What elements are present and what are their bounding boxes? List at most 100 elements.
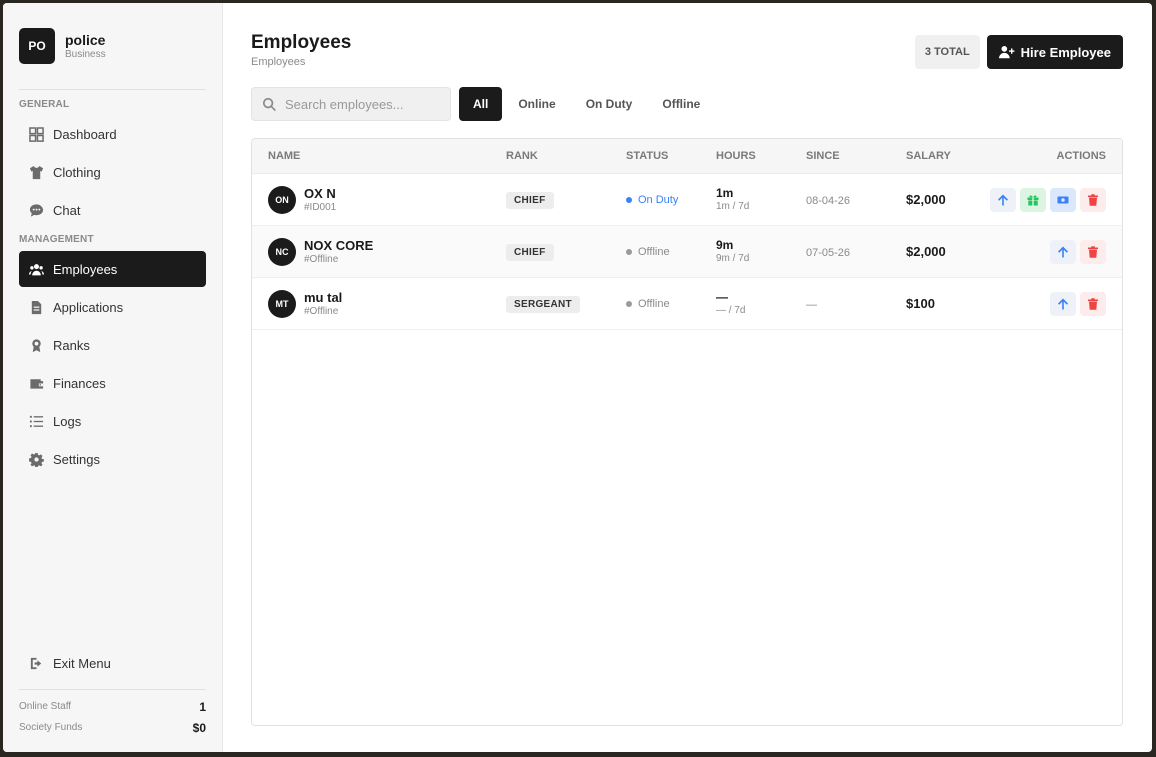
sidebar-item-clothing[interactable]: Clothing [19,154,206,190]
brand-avatar: PO [19,28,55,64]
management-section-label: MANAGEMENT [19,234,94,245]
page-header: Employees Employees 3 TOTAL Hire Employe… [251,31,1123,87]
sidebar-item-label: Applications [53,299,124,315]
brand: PO police Business [19,3,206,89]
row-actions [986,291,1106,316]
employee-name: mu tal [304,289,343,305]
salary-value: $2,000 [906,191,946,207]
column-header-hours[interactable]: HOURS [716,150,806,162]
column-header-name[interactable]: NAME [268,150,506,162]
users-icon [27,260,45,278]
brand-name: police [65,31,106,48]
salary-value: $100 [906,295,935,311]
search-input[interactable] [285,96,435,112]
general-section-label: GENERAL [19,99,70,110]
rank-badge: CHIEF [506,192,554,209]
trash-icon [1088,297,1098,310]
fire-button[interactable] [1080,291,1106,316]
sidebar-divider [19,89,206,90]
shirt-icon [27,163,45,181]
salary-value: $2,000 [906,243,946,259]
app-window: PO police Business GENERAL Dashboard Clo… [3,3,1152,752]
hire-employee-button[interactable]: Hire Employee [986,35,1123,69]
sidebar-item-label: Employees [53,261,118,277]
status-text: Offline [638,245,670,258]
arrow-up-icon [998,194,1008,205]
list-icon [27,412,45,430]
sidebar-item-label: Dashboard [53,126,117,142]
table-row[interactable]: ON OX N #ID001 CHIEF On Duty 1m 1m / 7d … [252,174,1122,226]
breadcrumb: Employees [251,56,306,68]
rank-badge: CHIEF [506,244,554,261]
filter-online[interactable]: Online [504,87,569,121]
arrow-up-icon [1058,246,1068,257]
since-date: 08-04-26 [806,194,851,207]
rank-badge: SERGEANT [506,296,580,313]
filter-offline[interactable]: Offline [648,87,714,121]
hire-employee-label: Hire Employee [1020,44,1111,60]
stat-value: $0 [192,720,206,735]
exit-menu-button[interactable]: Exit Menu [19,645,206,681]
since-date: 07-05-26 [806,246,851,259]
gift-icon [1027,194,1039,205]
exit-menu-label: Exit Menu [53,655,111,671]
pay-button[interactable] [1050,187,1076,212]
filter-on-duty[interactable]: On Duty [572,87,647,121]
hours-value: — [716,290,728,304]
promote-button[interactable] [1050,239,1076,264]
fire-button[interactable] [1080,187,1106,212]
sidebar-item-finances[interactable]: Finances [19,365,206,401]
sidebar-item-label: Finances [53,375,106,391]
logout-icon [27,654,45,672]
status-dot [626,300,632,307]
sidebar-item-logs[interactable]: Logs [19,403,206,439]
hours-value: 1m [716,186,734,200]
page-title: Employees [251,32,352,53]
bonus-button[interactable] [1020,187,1046,212]
row-actions [986,239,1106,264]
search-icon [262,97,276,111]
promote-button[interactable] [990,187,1016,212]
filter-all[interactable]: All [459,87,503,121]
status-dot [626,196,632,203]
sidebar-item-settings[interactable]: Settings [19,441,206,477]
sidebar-item-label: Clothing [53,164,101,180]
sidebar-item-ranks[interactable]: Ranks [19,327,206,363]
promote-button[interactable] [1050,291,1076,316]
table-row[interactable]: MT mu tal #Offline SERGEANT Offline — — … [252,278,1122,330]
status-badge: Offline [626,246,716,258]
column-header-salary[interactable]: SALARY [906,150,986,162]
sidebar-item-employees[interactable]: Employees [19,251,206,287]
dashboard-icon [27,125,45,143]
stat-society-funds: Society Funds $0 [19,717,206,738]
column-header-status[interactable]: STATUS [626,150,716,162]
stat-label: Society Funds [19,722,83,733]
search-box[interactable] [251,87,451,121]
total-count-badge: 3 TOTAL [914,35,980,69]
award-icon [27,336,45,354]
hours-weekly: — / 7d [716,305,746,316]
status-badge: Offline [626,298,716,310]
row-actions [986,187,1106,212]
hours-value: 9m [716,238,734,252]
status-badge: On Duty [626,194,716,206]
column-header-rank[interactable]: RANK [506,150,626,162]
employee-id: #Offline [304,253,339,265]
fire-button[interactable] [1080,239,1106,264]
file-icon [27,298,45,316]
trash-icon [1088,245,1098,258]
sidebar-item-label: Settings [53,451,100,467]
stat-online-staff: Online Staff 1 [19,696,206,717]
sidebar-item-dashboard[interactable]: Dashboard [19,116,206,152]
employees-table: NAME RANK STATUS HOURS SINCE SALARY ACTI… [251,138,1123,726]
sidebar-item-chat[interactable]: Chat [19,192,206,228]
arrow-up-icon [1058,298,1068,309]
since-date: — [806,298,817,311]
column-header-since[interactable]: SINCE [806,150,906,162]
employee-id: #Offline [304,305,339,317]
column-header-actions: ACTIONS [1056,150,1107,162]
employee-name: NOX CORE [304,237,374,253]
table-row[interactable]: NC NOX CORE #Offline CHIEF Offline 9m 9m… [252,226,1122,278]
sidebar-item-applications[interactable]: Applications [19,289,206,325]
filter-toolbar: All Online On Duty Offline [251,87,1123,121]
